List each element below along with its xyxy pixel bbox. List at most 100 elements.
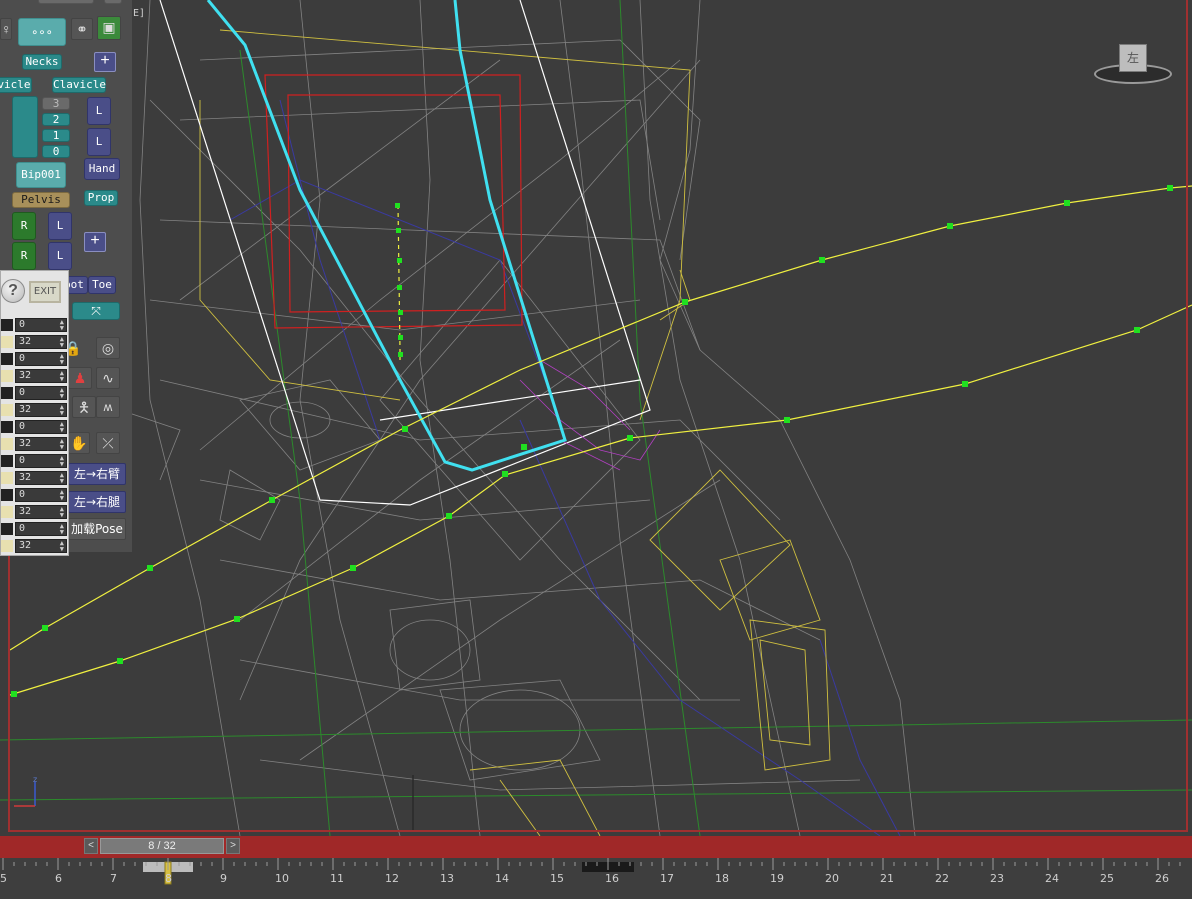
add-neck-button[interactable]: + — [94, 52, 116, 72]
mirror-arm-button[interactable]: 左→右臂 — [68, 463, 126, 485]
clavicle-right-button[interactable]: Clavicle — [52, 77, 106, 93]
time-slider[interactable]: < 8 / 32 > — [84, 838, 242, 854]
popup-row-3: 32 ▲ ▼ — [1, 369, 69, 383]
figure-icon[interactable]: ♀ — [0, 18, 12, 40]
frame-tick-label: 9 — [220, 872, 227, 885]
neck-twist-button[interactable]: ∘∘∘ — [18, 18, 66, 46]
viewport-label[interactable]: E] — [133, 8, 145, 19]
spine-3-button[interactable]: 3 — [42, 97, 70, 110]
bone-icon[interactable]: ⚭ — [71, 18, 93, 40]
spine-0-button[interactable]: 0 — [42, 145, 70, 158]
compress-icon[interactable]: ⤫ — [96, 432, 120, 454]
cube-icon[interactable]: ▣ — [97, 16, 121, 40]
add-leg-button[interactable]: + — [84, 232, 106, 252]
frame-tick-label: 11 — [330, 872, 344, 885]
frame-tick-label: 17 — [660, 872, 674, 885]
folder-icon[interactable] — [1, 540, 13, 552]
popup-row-0: 0 ▲ ▼ — [1, 318, 69, 332]
wave-icon[interactable]: ʍ — [96, 396, 120, 418]
value-spinner[interactable]: 0 ▲ ▼ — [15, 454, 67, 468]
color-swatch[interactable] — [1, 421, 13, 433]
hand-pose-icon[interactable]: ✋ — [68, 432, 90, 454]
value-spinner[interactable]: 32 ▲ ▼ — [15, 403, 67, 417]
popup-row-4: 0 ▲ ▼ — [1, 386, 69, 400]
popup-row-12: 0 ▲ ▼ — [1, 522, 69, 536]
frame-tick-label: 6 — [55, 872, 62, 885]
value-spinner[interactable]: 32 ▲ ▼ — [15, 437, 67, 451]
spinner-value: 32 — [19, 540, 32, 551]
hand-button[interactable]: Hand — [84, 158, 120, 180]
color-swatch[interactable] — [1, 489, 13, 501]
popup-row-10: 0 ▲ ▼ — [1, 488, 69, 502]
viewcube[interactable]: 左 — [1092, 40, 1172, 86]
color-swatch[interactable] — [1, 387, 13, 399]
value-spinner[interactable]: 32 ▲ ▼ — [15, 505, 67, 519]
viewcube-face-left[interactable]: 左 — [1119, 44, 1147, 72]
wireframe-scene: z — [0, 0, 1192, 836]
value-spinner[interactable]: 0 ▲ ▼ — [15, 352, 67, 366]
mirror-leg-button[interactable]: 左→右腿 — [68, 491, 126, 513]
value-spinner[interactable]: 0 ▲ ▼ — [15, 420, 67, 434]
load-pose-button[interactable]: 加载Pose — [68, 518, 126, 540]
forearm-left-button[interactable]: L — [87, 128, 111, 156]
popup-row-9: 32 ▲ ▼ — [1, 471, 69, 485]
top-small-button[interactable] — [104, 0, 122, 4]
value-spinner[interactable]: 0 ▲ ▼ — [15, 522, 67, 536]
pelvis-button[interactable]: Pelvis — [12, 192, 70, 208]
folder-icon[interactable] — [1, 506, 13, 518]
set-key-icon[interactable]: ♟ — [68, 367, 92, 389]
upperarm-button[interactable] — [12, 96, 38, 158]
next-frame-button[interactable]: > — [226, 838, 240, 854]
prop-button[interactable]: Prop — [84, 190, 118, 206]
perspective-viewport[interactable]: z E] 左 — [0, 0, 1192, 836]
folder-icon[interactable] — [1, 472, 13, 484]
clavicle-left-button[interactable]: vicle — [0, 77, 32, 93]
collapse-button[interactable]: ⤧ — [72, 302, 120, 320]
spinner-value: 0 — [19, 353, 26, 364]
calf-left-button[interactable]: L — [48, 242, 72, 270]
value-spinner[interactable]: 0 ▲ ▼ — [15, 318, 67, 332]
value-spinner[interactable]: 0 ▲ ▼ — [15, 488, 67, 502]
help-icon[interactable]: ? — [1, 279, 25, 303]
curve-icon[interactable]: ∿ — [96, 367, 120, 389]
target-icon[interactable]: ◎ — [96, 337, 120, 359]
value-spinner[interactable]: 32 ▲ ▼ — [15, 335, 67, 349]
world-axis-icon: z — [14, 775, 37, 807]
frame-tick-label: 24 — [1045, 872, 1059, 885]
spinner-value: 32 — [19, 472, 32, 483]
value-spinner[interactable]: 32 ▲ ▼ — [15, 539, 67, 553]
popup-row-8: 0 ▲ ▼ — [1, 454, 69, 468]
color-swatch[interactable] — [1, 523, 13, 535]
prev-frame-button[interactable]: < — [84, 838, 98, 854]
head-button[interactable] — [38, 0, 94, 4]
value-spinner[interactable]: 32 ▲ ▼ — [15, 471, 67, 485]
popup-row-7: 32 ▲ ▼ — [1, 437, 69, 451]
figure-mode-icon[interactable]: 🯅 — [72, 396, 96, 418]
folder-icon[interactable] — [1, 404, 13, 416]
frame-tick-label: 10 — [275, 872, 289, 885]
color-swatch[interactable] — [1, 319, 13, 331]
calf-right-button[interactable]: R — [12, 242, 36, 270]
thigh-right-button[interactable]: R — [12, 212, 36, 240]
folder-icon[interactable] — [1, 336, 13, 348]
track-bar[interactable]: 5 6 7 8 9 10 11 12 13 14 15 16 17 18 19 20 21 22 23 24 25 26 — [0, 858, 1192, 899]
bip001-button[interactable]: Bip001 — [16, 162, 66, 188]
spine-2-button[interactable]: 2 — [42, 113, 70, 126]
frame-tick-label: 15 — [550, 872, 564, 885]
motion-trajectory — [9, 185, 1192, 696]
value-spinner[interactable]: 0 ▲ ▼ — [15, 386, 67, 400]
exit-button[interactable]: EXIT — [29, 281, 61, 303]
spine-1-button[interactable]: 1 — [42, 129, 70, 142]
thigh-left-button[interactable]: L — [48, 212, 72, 240]
color-swatch[interactable] — [1, 353, 13, 365]
necks-button[interactable]: Necks — [22, 54, 62, 70]
color-swatch[interactable] — [1, 455, 13, 467]
time-slider-thumb[interactable]: 8 / 32 — [100, 838, 224, 854]
folder-icon[interactable] — [1, 438, 13, 450]
spinner-value: 32 — [19, 506, 32, 517]
popup-row-11: 32 ▲ ▼ — [1, 505, 69, 519]
value-spinner[interactable]: 32 ▲ ▼ — [15, 369, 67, 383]
upperarm-left-button[interactable]: L — [87, 97, 111, 125]
folder-icon[interactable] — [1, 370, 13, 382]
toe-button[interactable]: Toe — [88, 276, 116, 294]
